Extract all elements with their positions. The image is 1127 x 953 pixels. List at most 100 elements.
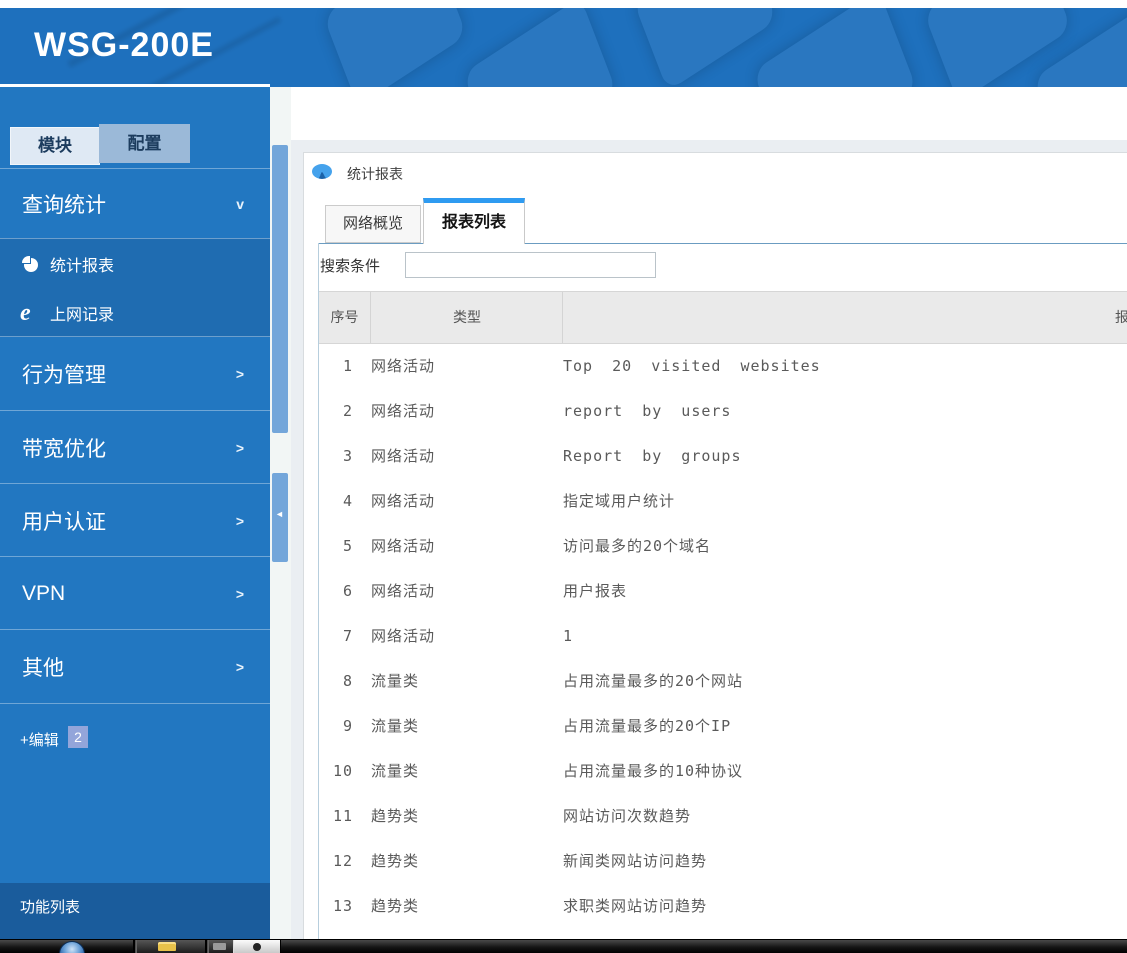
sidebar: 模块 配置 查询统计 v 统计报表 e 上网记录 行为管理 > 带宽优化 > 用… [0,87,270,953]
cell-report-name: 访问最多的20个域名 [563,537,712,555]
table-row[interactable]: 7 网络活动 1 [319,614,1127,659]
sidebar-item-query-stats[interactable]: 查询统计 v [0,168,270,239]
chevron-down-icon: v [236,196,244,212]
taskbar-app-button[interactable] [208,940,234,953]
windows-taskbar [0,939,1127,953]
cell-type: 网络活动 [371,357,436,375]
ie-browser-icon: e [20,299,31,326]
cell-index: 1 [342,357,353,375]
cell-report-name: 网站访问次数趋势 [563,807,692,825]
sidebar-item-label: 查询统计 [22,194,106,217]
cell-report-name: Top 20 visited websites [563,357,821,375]
sidebar-tab-modules[interactable]: 模块 [10,127,100,165]
sidebar-scrollbar-thumb[interactable] [272,145,288,433]
sidebar-gutter: ◄ [270,87,291,953]
column-header-index: 序号 [330,309,359,325]
sidebar-tab-config[interactable]: 配置 [99,124,190,163]
table-row[interactable]: 6 网络活动 用户报表 [319,569,1127,614]
camera-icon [253,943,261,951]
cell-index: 7 [342,627,353,645]
cell-report-name: 用户报表 [563,582,628,600]
chevron-right-icon: > [235,439,244,456]
cell-index: 8 [342,672,353,690]
cell-type: 网络活动 [371,492,436,510]
cell-type: 流量类 [371,717,420,735]
chevron-right-icon: > [235,658,244,675]
table-row[interactable]: 5 网络活动 访问最多的20个域名 [319,524,1127,569]
search-label: 搜索条件 [320,258,381,275]
pie-chart-icon [312,162,334,180]
cell-type: 趋势类 [371,852,420,870]
cell-report-name: 新闻类网站访问趋势 [563,852,708,870]
tab-network-overview[interactable]: 网络概览 [325,205,421,243]
folder-icon [158,942,176,951]
cell-index: 10 [332,762,353,780]
cell-index: 2 [342,402,353,420]
cell-report-name: 指定域用户统计 [563,492,676,510]
table-row[interactable]: 8 流量类 占用流量最多的20个网站 [319,659,1127,704]
taskbar-capture-button[interactable] [233,940,281,953]
cell-report-name: Report by groups [563,447,742,465]
table-row[interactable]: 4 网络活动 指定域用户统计 [319,479,1127,524]
keyboard-texture [323,8,467,87]
cell-index: 6 [342,582,353,600]
sidebar-item-bandwidth-opt[interactable]: 带宽优化 > [0,410,270,484]
table-row[interactable]: 13 趋势类 求职类网站访问趋势 [319,884,1127,929]
cell-index: 9 [342,717,353,735]
header-divider [0,84,270,87]
sidebar-item-user-auth[interactable]: 用户认证 > [0,483,270,557]
app-icon [213,943,226,950]
search-input[interactable] [405,252,656,278]
sidebar-item-label: VPN [22,581,66,605]
cell-report-name: 占用流量最多的10种协议 [563,762,744,780]
cell-type: 流量类 [371,672,420,690]
table-row[interactable]: 1 网络活动 Top 20 visited websites [319,344,1127,389]
sidebar-item-vpn[interactable]: VPN > [0,556,270,630]
sidebar-item-label: 统计报表 [50,257,115,275]
table-row[interactable]: 12 趋势类 新闻类网站访问趋势 [319,839,1127,884]
cell-index: 12 [332,852,353,870]
edit-count-badge: 2 [68,726,88,748]
cell-report-name: 求职类网站访问趋势 [563,897,708,915]
cell-type: 流量类 [371,762,420,780]
keyboard-texture [752,8,918,87]
taskbar-folder-button[interactable] [136,940,206,953]
sidebar-item-label: 上网记录 [50,306,115,324]
table-row[interactable]: 10 流量类 占用流量最多的10种协议 [319,749,1127,794]
keyboard-texture [462,8,618,87]
sidebar-item-label: 行为管理 [22,364,106,387]
sidebar-item-other[interactable]: 其他 > [0,629,270,704]
pie-chart-icon [22,255,40,272]
cell-type: 网络活动 [371,402,436,420]
table-row[interactable]: 2 网络活动 report by users [319,389,1127,434]
chevron-right-icon: > [235,366,244,382]
brand-logo: WSG-200E [34,26,214,64]
table-row[interactable]: 9 流量类 占用流量最多的20个IP [319,704,1127,749]
cell-report-name: 1 [563,627,574,645]
cell-report-name: 占用流量最多的20个网站 [563,672,744,690]
sidebar-collapse-handle[interactable]: ◄ [272,473,288,562]
sidebar-item-label: 其他 [22,656,64,680]
sidebar-item-stat-reports[interactable]: 统计报表 [0,239,270,288]
tab-report-list[interactable]: 报表列表 [423,198,525,244]
cell-report-name: report by users [563,402,732,420]
collapse-left-icon: ◄ [275,509,284,519]
sidebar-item-label: 用户认证 [22,510,106,534]
start-orb-button[interactable] [59,941,85,953]
table-row[interactable]: 11 趋势类 网站访问次数趋势 [319,794,1127,839]
table-row[interactable]: 3 网络活动 Report by groups [319,434,1127,479]
cell-report-name: 占用流量最多的20个IP [563,717,732,735]
edit-menu-button[interactable]: +编辑 [20,729,59,750]
cell-type: 趋势类 [371,897,420,915]
column-header-type: 类型 [370,292,563,343]
cell-type: 趋势类 [371,807,420,825]
sidebar-item-web-records[interactable]: e 上网记录 [0,288,270,337]
report-panel: 统计报表 网络概览 报表列表 搜索条件 序号 类型 报表名称 1 网络活动 To… [303,152,1127,953]
chevron-right-icon: > [235,585,244,602]
cell-type: 网络活动 [371,582,436,600]
chevron-right-icon: > [235,512,244,529]
sidebar-item-behavior-mgmt[interactable]: 行为管理 > [0,336,270,411]
app-header: WSG-200E [0,8,1127,87]
sidebar-item-label: 带宽优化 [22,437,106,461]
cell-type: 网络活动 [371,627,436,645]
